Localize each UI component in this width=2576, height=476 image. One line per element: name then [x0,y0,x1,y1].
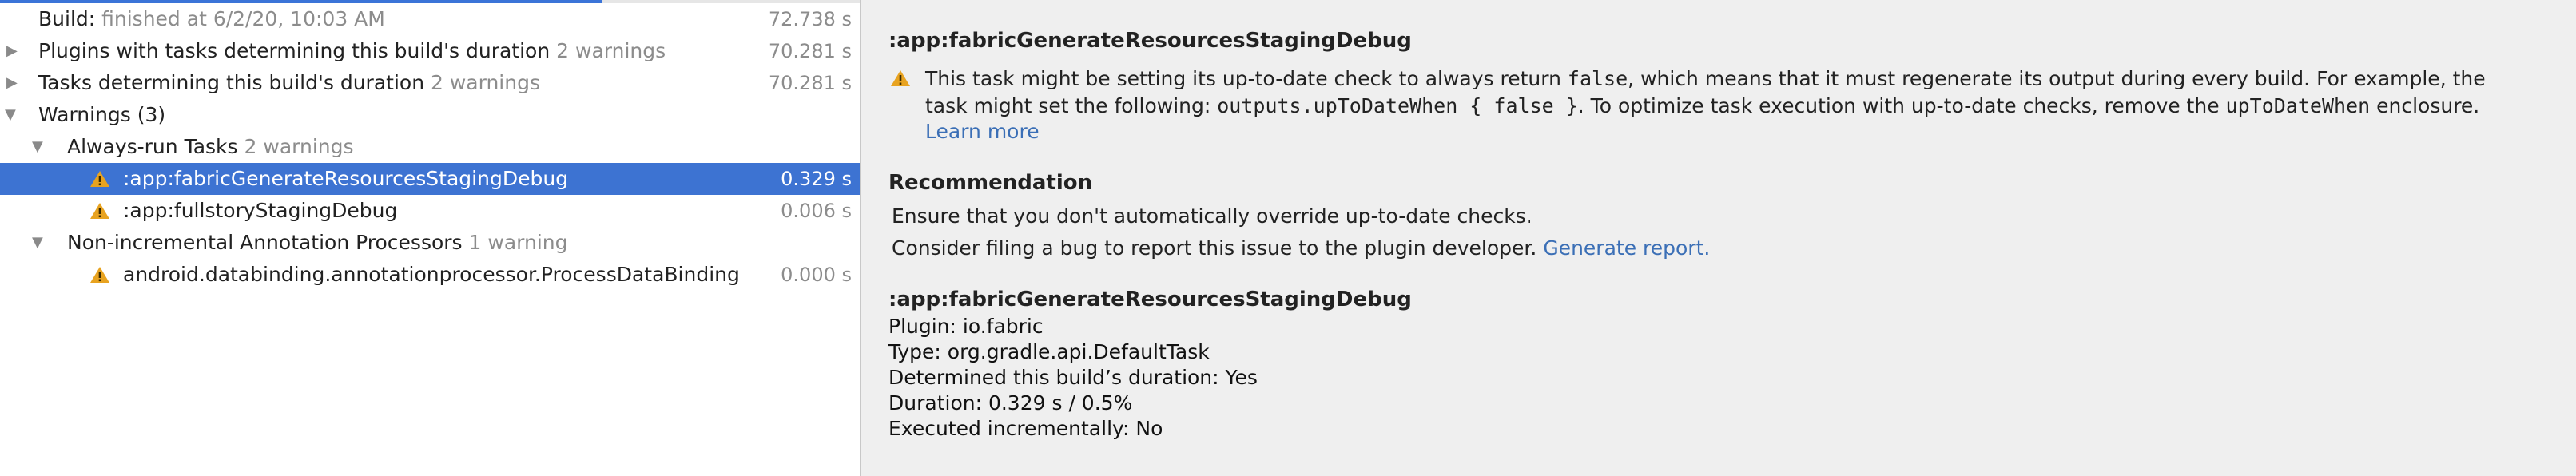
generate-report-link[interactable]: Generate report. [1543,236,1710,260]
task-incremental: Executed incrementally: No [888,417,1163,440]
tree-row-fullstory-task[interactable]: :app:fullstoryStagingDebug 0.006 s [0,195,860,227]
tree-row-time: 70.281 s [768,40,852,62]
collapse-arrow-icon[interactable]: ▼ [32,131,43,163]
task-determined: Determined this build’s duration: Yes [888,366,1258,389]
tree-row-label: Warnings (3) [38,103,166,126]
tree-row-time: 0.006 s [781,200,852,222]
tree-row-tasks[interactable]: ▶ Tasks determining this build's duratio… [0,67,860,99]
tree-row-label: Plugins with tasks determining this buil… [38,39,666,62]
tree-row-time: 0.329 s [781,163,852,195]
tree-row-annotation-processors[interactable]: ▼ Non-incremental Annotation Processors … [0,227,860,259]
recommendation-heading: Recommendation [888,171,1093,195]
details-title: :app:fabricGenerateResourcesStagingDebug [888,29,1412,53]
tree-row-label: Non-incremental Annotation Processors 1 … [67,231,568,254]
collapse-arrow-icon[interactable]: ▼ [5,99,16,131]
expand-arrow-icon[interactable]: ▶ [6,67,18,99]
tree-row-label: Tasks determining this build's duration … [38,71,540,94]
tree-row-always-run-tasks[interactable]: ▼ Always-run Tasks 2 warnings [0,131,860,163]
recommendation-line-2: Consider filing a bug to report this iss… [892,236,1711,260]
build-tree-panel[interactable]: Build: finished at 6/2/20, 10:03 AM 72.7… [0,3,860,476]
recommendation-line-1: Ensure that you don't automatically over… [892,204,1532,228]
tree-row-warnings[interactable]: ▼ Warnings (3) [0,99,860,131]
tree-row-plugins[interactable]: ▶ Plugins with tasks determining this bu… [0,35,860,67]
task-duration: Duration: 0.329 s / 0.5% [888,391,1133,415]
tree-row-processor[interactable]: android.databinding.annotationprocessor.… [0,259,860,291]
task-type: Type: org.gradle.api.DefaultTask [888,340,1210,363]
learn-more-link[interactable]: Learn more [925,120,1040,143]
collapse-arrow-icon[interactable]: ▼ [32,227,43,259]
details-panel: :app:fabricGenerateResourcesStagingDebug… [861,0,2576,476]
tree-row-label: android.databinding.annotationprocessor.… [123,263,740,286]
warning-text-line-2: task might set the following: outputs.up… [925,94,2480,117]
warning-text-line-1: This task might be setting its up-to-dat… [925,67,2486,90]
task-plugin: Plugin: io.fabric [888,315,1044,338]
tree-row-label: Always-run Tasks 2 warnings [67,135,354,158]
warning-icon [90,171,109,187]
warning-icon [90,203,109,219]
tree-row-time: 0.000 s [781,259,852,291]
tree-row-fabric-task[interactable]: :app:fabricGenerateResourcesStagingDebug… [0,163,860,195]
tree-row-time: 70.281 s [768,72,852,94]
warning-icon [90,267,109,283]
tree-row-build[interactable]: Build: finished at 6/2/20, 10:03 AM 72.7… [0,3,860,35]
tree-row-label: :app:fullstoryStagingDebug [123,199,398,222]
tree-row-label: Build: finished at 6/2/20, 10:03 AM [38,7,385,30]
tree-row-label: :app:fabricGenerateResourcesStagingDebug [123,167,569,190]
tree-row-time: 72.738 s [768,8,852,30]
warning-icon [891,70,910,86]
expand-arrow-icon[interactable]: ▶ [6,35,18,67]
task-info-title: :app:fabricGenerateResourcesStagingDebug [888,288,1412,311]
